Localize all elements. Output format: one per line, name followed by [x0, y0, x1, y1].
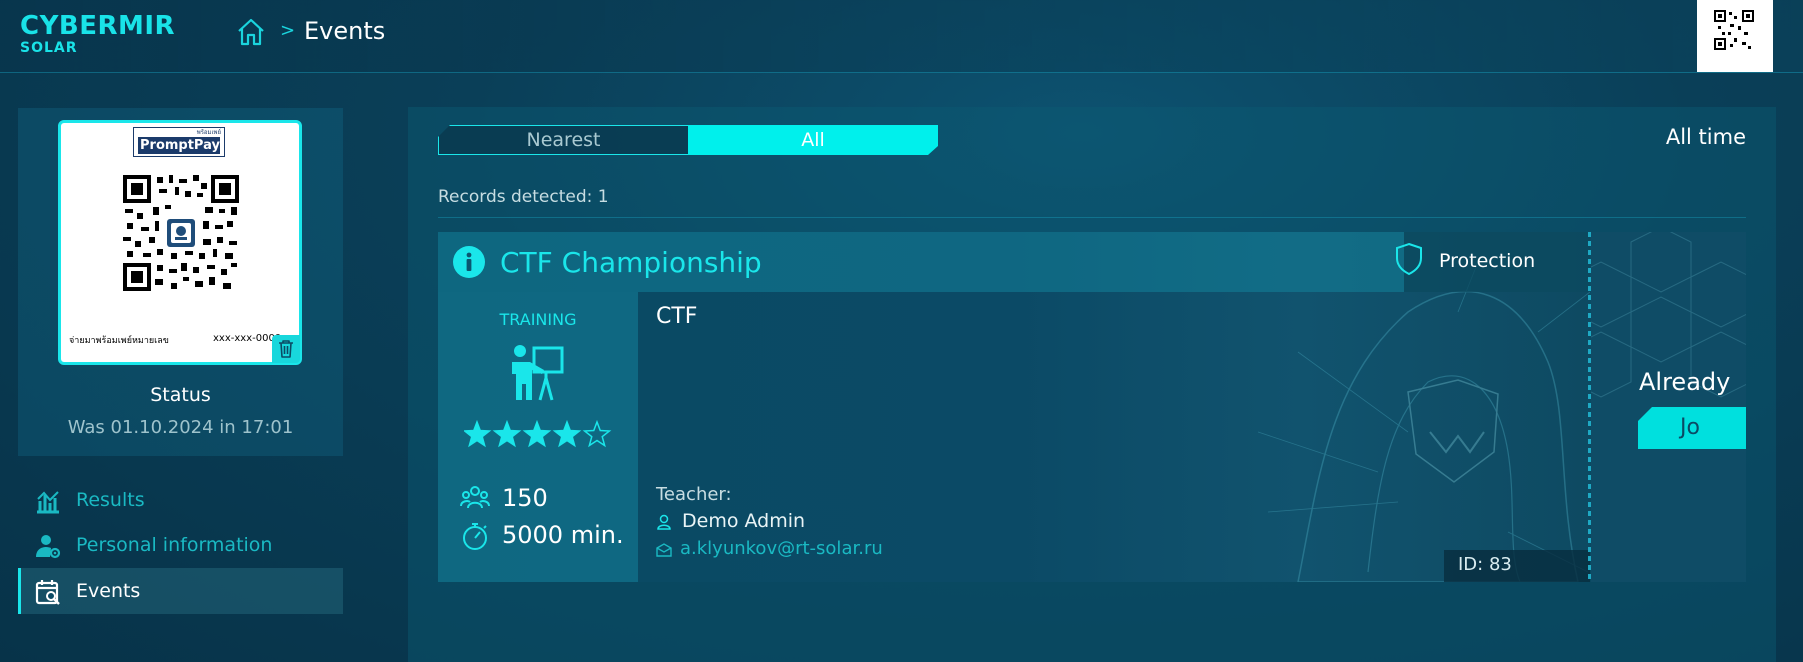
- tab-nearest[interactable]: Nearest: [438, 125, 688, 155]
- breadcrumb-separator: >: [280, 20, 296, 41]
- sidebar-item-label: Personal information: [76, 534, 273, 556]
- info-icon: [453, 246, 485, 278]
- sidebar-item-label: Results: [76, 489, 145, 511]
- participants-count: 150: [502, 484, 548, 512]
- records-count: Records detected: 1: [438, 187, 609, 207]
- teacher-name: Demo Admin: [682, 510, 806, 532]
- qr-code-image: [123, 175, 239, 291]
- logo-subtitle: SOLAR: [20, 40, 78, 56]
- promptpay-qr-card: พร้อมเพย์ PromptPay จ่ายมาพร้อมเพย์หมายเ…: [58, 120, 302, 365]
- logo[interactable]: CYBERMIR SOLAR: [20, 12, 175, 56]
- promptpay-logo-text: PromptPay: [138, 137, 220, 154]
- event-action-panel: Already Jo: [1591, 232, 1746, 582]
- profile-panel: พร้อมเพย์ PromptPay จ่ายมาพร้อมเพย์หมายเ…: [18, 108, 343, 456]
- sidebar-item-results[interactable]: Results: [18, 477, 343, 523]
- duration-value: 5000 min.: [502, 521, 624, 549]
- stopwatch-icon: [463, 523, 487, 550]
- participants-stat: 150: [460, 482, 640, 514]
- event-title[interactable]: CTF Championship: [500, 246, 762, 279]
- sidebar-item-personal-information[interactable]: Personal information: [18, 522, 343, 568]
- event-card-body: CTF Championship Protection TRAINING 150…: [438, 232, 1590, 582]
- event-category: Protection: [1439, 250, 1536, 272]
- registration-status-text: Already: [1639, 368, 1731, 396]
- star-filled-icon: [522, 420, 552, 448]
- events-panel: Nearest All All time Records detected: 1…: [408, 107, 1776, 662]
- star-filled-icon: [464, 420, 492, 448]
- event-card-header: CTF Championship Protection: [438, 232, 1590, 292]
- star-empty-icon: [582, 420, 612, 448]
- logo-title: CYBERMIR: [20, 11, 176, 41]
- event-format: TRAINING: [499, 310, 577, 329]
- person-icon: [657, 514, 671, 530]
- sidebar-item-label: Events: [76, 580, 141, 602]
- top-header: CYBERMIR SOLAR > Events: [0, 0, 1803, 73]
- qr-number: xxx-xxx-0000: [213, 333, 282, 344]
- promptpay-logo-small-text: พร้อมเพย์: [196, 129, 221, 136]
- teacher-label: Teacher:: [656, 484, 732, 505]
- duration-stat: 5000 min.: [460, 519, 640, 551]
- delete-avatar-button[interactable]: [272, 335, 300, 363]
- event-card[interactable]: CTF Championship Protection TRAINING 150…: [438, 232, 1746, 582]
- star-filled-icon: [552, 420, 582, 448]
- sidebar-item-events[interactable]: Events: [18, 568, 343, 614]
- event-id: ID: 83: [1444, 550, 1590, 582]
- promptpay-logo: พร้อมเพย์ PromptPay: [133, 127, 225, 157]
- star-filled-icon: [492, 420, 522, 448]
- participants-icon: [460, 486, 490, 509]
- status-value: Was 01.10.2024 in 17:01: [67, 417, 294, 438]
- event-type: CTF: [656, 304, 698, 329]
- join-button[interactable]: Jo: [1638, 407, 1746, 449]
- teacher-board-icon: [512, 345, 564, 401]
- teacher-email-link[interactable]: a.klyunkov@rt-solar.ru: [680, 538, 883, 559]
- trash-icon: [279, 340, 293, 358]
- chart-icon: [37, 491, 59, 514]
- event-meta-column: TRAINING 150 5000 min.: [438, 292, 638, 582]
- mail-icon: [656, 543, 672, 557]
- status-title: Status: [150, 384, 211, 406]
- qr-caption: จ่ายมาพร้อมเพย์หมายเลข: [69, 336, 169, 346]
- user-settings-icon: [36, 535, 61, 559]
- shield-icon: [1396, 242, 1422, 276]
- tab-all[interactable]: All: [688, 125, 938, 155]
- period-filter[interactable]: All time: [1666, 125, 1746, 149]
- rating-stars: [464, 420, 612, 448]
- corner-qr-code: [1697, 0, 1773, 72]
- breadcrumb-current: Events: [304, 17, 386, 45]
- calendar-search-icon: [35, 580, 60, 605]
- home-icon[interactable]: [235, 16, 267, 48]
- divider: [438, 217, 1746, 218]
